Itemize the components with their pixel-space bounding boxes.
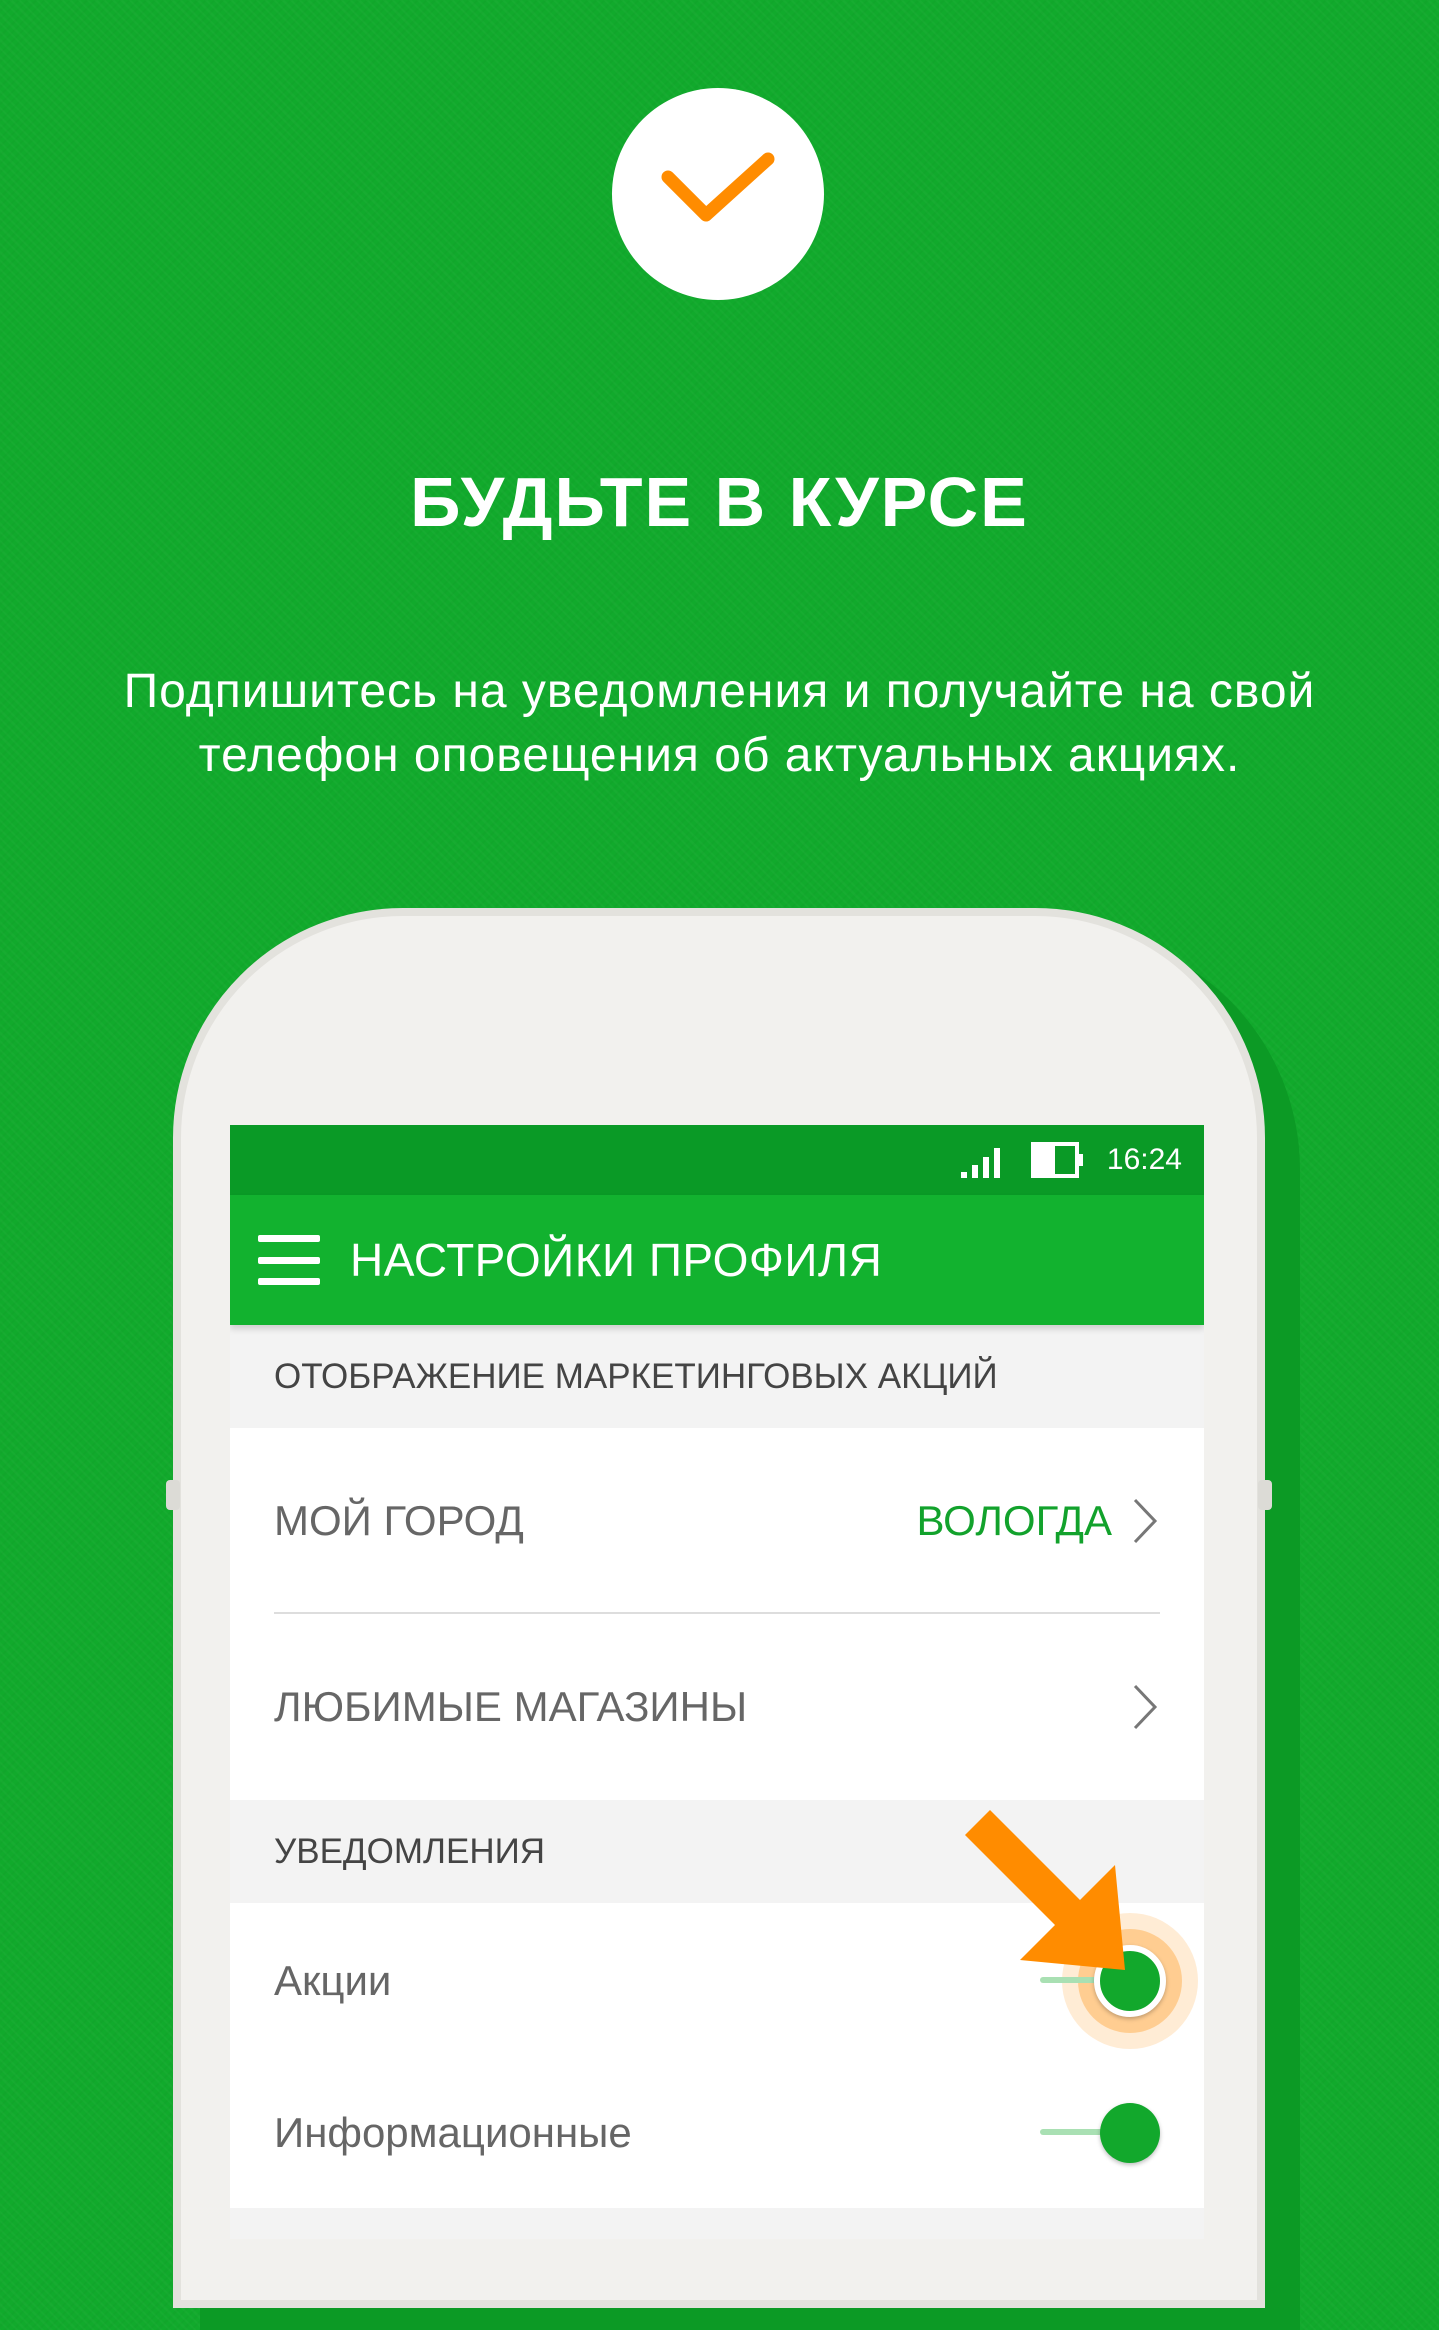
page-title: БУДЬТЕ В КУРСЕ: [410, 463, 1029, 541]
phone-side-button-right: [1258, 1480, 1272, 1510]
signal-icon: [960, 1148, 1000, 1178]
favorite-stores-row[interactable]: ЛЮБИМЫЕ МАГАЗИНЫ: [230, 1614, 1204, 1800]
toggle-knob: [1100, 2103, 1160, 2163]
description-line-1: Подпишитесь на уведомления и получайте н…: [123, 665, 1316, 718]
city-value: ВОЛОГДА: [916, 1497, 1112, 1544]
city-label: МОЙ ГОРОД: [274, 1497, 524, 1544]
hamburger-menu-icon[interactable]: [258, 1235, 320, 1285]
info-toggle[interactable]: [1040, 2098, 1160, 2168]
promos-label: Акции: [274, 1956, 392, 2004]
section-footer: [230, 2208, 1204, 2239]
check-badge: [612, 88, 824, 300]
phone-screen: 16:24 НАСТРОЙКИ ПРОФИЛЯ ОТОБРАЖЕНИЕ МАРК…: [230, 1125, 1204, 2239]
description-text: Подпишитесь на уведомления и получайте н…: [100, 660, 1339, 788]
app-bar-title: НАСТРОЙКИ ПРОФИЛЯ: [350, 1234, 883, 1286]
favorite-stores-label: ЛЮБИМЫЕ МАГАЗИНЫ: [274, 1683, 748, 1730]
pointer-arrow-icon: [965, 1810, 1125, 1970]
chevron-right-icon: [1133, 1684, 1158, 1730]
city-row[interactable]: МОЙ ГОРОД ВОЛОГДА: [230, 1428, 1204, 1614]
status-time: 16:24: [1106, 1143, 1182, 1176]
section-header-marketing: ОТОБРАЖЕНИЕ МАРКЕТИНГОВЫХ АКЦИЙ: [230, 1325, 1204, 1428]
description-line-2: телефон оповещения об актуальных акциях.: [198, 729, 1241, 782]
info-label: Информационные: [274, 2109, 632, 2156]
battery-icon: [1030, 1142, 1083, 1178]
phone-side-button-left: [166, 1480, 180, 1510]
info-row: Информационные: [230, 2058, 1204, 2208]
checkmark-icon: [661, 152, 775, 222]
app-bar: НАСТРОЙКИ ПРОФИЛЯ: [230, 1195, 1204, 1325]
status-bar: 16:24: [230, 1125, 1204, 1195]
chevron-right-icon: [1133, 1498, 1158, 1544]
